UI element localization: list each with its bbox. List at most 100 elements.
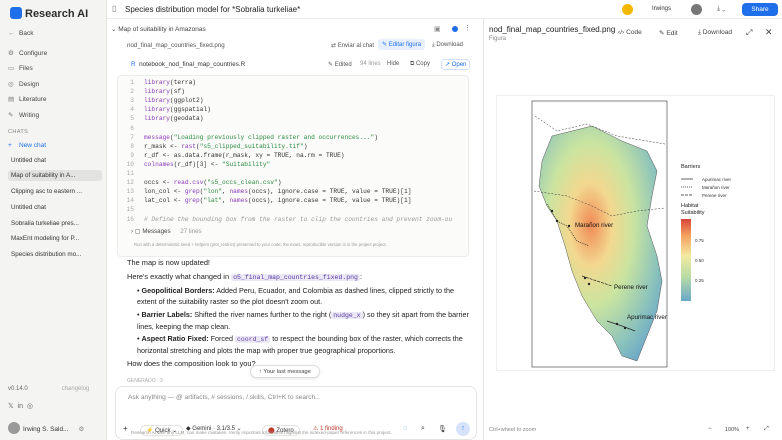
sidebar-item-configure[interactable]: ⚙ Configure [8,49,47,57]
panel-icon[interactable]: ▣ [434,25,441,33]
figure-kind: Figura [489,36,507,42]
line-number: 3 [130,97,134,105]
copy-button[interactable]: ⧉ Copy [410,61,430,68]
user-name[interactable]: Irwings [652,6,671,12]
messages-toggle[interactable]: › ▢ Messages 27 lines [131,228,202,235]
bullet-item: • Barrier Labels: Shifted the river name… [137,310,469,331]
sidebar-item-writing[interactable]: ✎ Writing [8,111,39,119]
share-button[interactable]: Share [742,3,778,16]
figure-image: Marañon river Perene river Apurimac rive… [496,95,775,371]
send-to-chat-button[interactable]: ⇄ Enviar al chat [331,42,374,49]
zoom-out-button[interactable]: − [708,426,712,432]
new-chat-button[interactable]: + New chat [8,142,46,149]
code-line: library(geodata) [144,115,204,123]
instagram-icon[interactable]: ◎ [27,403,33,410]
expand-icon[interactable]: ⤢ [746,28,752,38]
suitability-raster [538,125,663,362]
social-links: 𝕏 in ◎ [8,402,33,410]
avatar [8,422,20,434]
chat-item[interactable]: Untitled chat [8,202,102,213]
settings-icon[interactable]: ⚙ [79,426,85,433]
line-number: 4 [130,106,134,114]
send-button[interactable]: ↑ [456,422,470,436]
sidebar: Research AI ← Back ⚙ Configure ▭ Files ◎ Des… [0,0,107,440]
bullet-item: • Geopolitical Borders: Added Peru, Ecua… [137,286,454,306]
user-menu[interactable]: Irwing S. Sald... ⚙ [8,422,84,434]
hide-button[interactable]: Hide [387,61,399,67]
chat-item[interactable]: MaxEnt modeling for P... [8,233,102,244]
chat-item[interactable]: Untitled chat [8,155,102,166]
sidebar-item-literature[interactable]: ▤ Literature [8,95,46,103]
sidebar-item-files[interactable]: ▭ Files [8,64,33,72]
back-link[interactable]: ← Back [8,30,33,37]
microphone-icon[interactable]: 🎙 [438,425,447,433]
legend-title: Suitability [681,210,705,216]
code-button[interactable]: ‹/› Code [618,29,642,36]
book-icon: ▤ [8,96,15,103]
plus-icon: + [8,142,12,149]
download-button[interactable]: ⤓ Download [698,29,732,37]
file-reference[interactable]: o5_final_map_countries_fixed.png [231,274,360,281]
code-line: r_df <- as.data.frame(r_mask, xy = TRUE,… [144,151,345,159]
compass-icon: ◎ [8,81,14,88]
chevron-down-icon[interactable]: ⌄ [111,26,116,33]
chat-item[interactable]: Sobralia turkeliae pres... [8,218,102,229]
line-number: 14 [126,197,134,205]
assistant-message: The map is now updated! [127,258,210,267]
line-number: 5 [130,115,134,123]
disclaimer: Research AI, like any LLM, can make mist… [131,430,392,435]
line-number: 16 [126,215,134,223]
chat-item[interactable]: Clipping asc to eastern ... [8,186,102,197]
chat-item[interactable]: Species distribution mo... [8,249,102,260]
legend-item: Apurimac river [702,177,732,182]
legend-title: Habitat [681,203,699,209]
close-icon[interactable]: ✕ [765,27,773,38]
fit-icon[interactable]: ⤢ [764,426,769,433]
linkedin-icon[interactable]: in [18,403,23,410]
app-window: Research AI ← Back ⚙ Configure ▭ Files ◎ Des… [0,0,782,440]
x-icon[interactable]: 𝕏 [8,403,14,410]
edit-button[interactable]: ✎ Edit [659,29,678,37]
last-message-button[interactable]: ↑ Your last message [250,365,320,378]
scale-tick: 0.25 [695,278,704,283]
zoom-in-button[interactable]: + [746,426,750,432]
search-icon[interactable]: ⌕ [421,425,425,433]
edited-badge: ✎ Edited [328,62,352,68]
sidebar-item-design[interactable]: ◎ Design [8,80,39,88]
open-button[interactable]: ↗ Open [441,59,471,70]
loading-icon: ◌ [403,425,408,432]
app-logo[interactable]: Research AI [10,7,88,20]
line-number: 6 [130,124,134,132]
generated-label: GENERADO · 3 [127,378,163,384]
line-number: 12 [126,179,134,187]
legend-item: Perene river [702,193,727,198]
page-title: Species distribution model for *Sobralia… [125,5,301,14]
code-line: library(sf) [144,88,185,96]
bullet-item: • Aspect Ratio Fixed: Forced coord_sf to… [137,334,463,355]
more-icon[interactable]: ⋮ [464,24,471,32]
sun-icon[interactable] [622,4,633,15]
run-note: Run with a deterministic seed + helpers … [134,242,387,247]
script-header: R notebook_nod_final_map_countries.R [131,61,246,68]
map-label: Apurimac river [627,314,667,321]
sidebar-toggle-icon[interactable]: ▯ [112,4,116,13]
breadcrumb: ⌄ Map of suitability in Amazonas [111,26,206,33]
add-icon[interactable]: + [123,424,128,433]
pen-icon: ✎ [8,112,14,119]
assistant-question: How does the composition look to you? [127,359,256,368]
chat-item-active[interactable]: Map of suitability in A... [8,170,102,181]
line-count: 94 lines [360,61,381,67]
edit-figure-button[interactable]: ✎ Editar figura [378,39,426,50]
scale-tick: 0.50 [695,258,704,263]
suitability-map: Marañon river Perene river Apurimac rive… [531,100,732,368]
figure-viewer: nod_final_map_countries_fixed.png Figura… [483,19,782,440]
legend-title: Barriers [681,164,701,170]
changelog-link[interactable]: changelog [62,386,90,392]
chat-input[interactable]: Ask anything — @ artifacts, # sessions, … [128,394,321,401]
download-button[interactable]: ⤓ Download [432,42,463,49]
avatar[interactable] [691,4,702,15]
code-line: occs <- read.csv("s5_occs_clean.csv") [144,179,282,187]
status-dot [452,26,458,32]
code-line: # Define the bounding box from the raste… [144,215,453,223]
download-menu-icon[interactable]: ⤓ ⌄ [717,5,725,13]
